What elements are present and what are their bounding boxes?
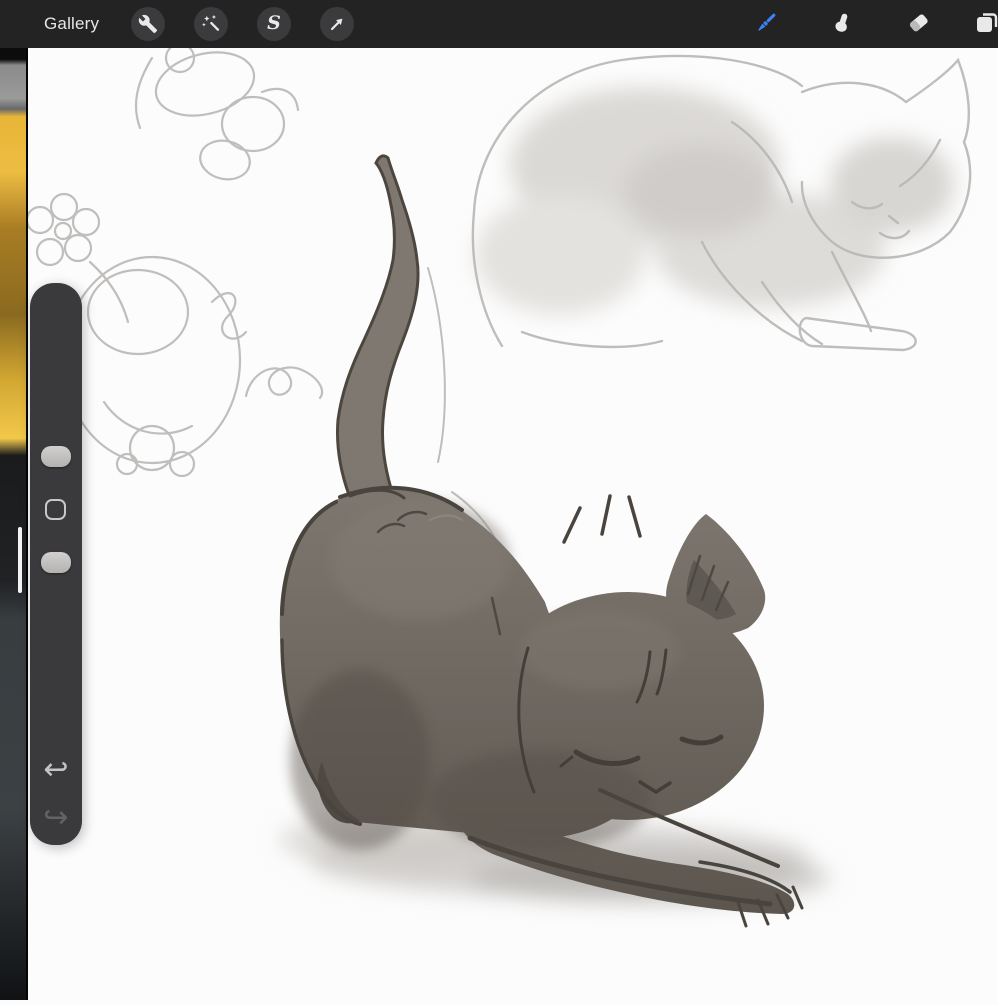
eraser-icon [907, 11, 930, 37]
drawing-canvas[interactable] [25, 42, 998, 1000]
transform-button[interactable] [320, 7, 354, 41]
wrench-icon [138, 14, 158, 34]
layers-button[interactable] [976, 11, 998, 37]
top-toolbar: Gallery S [0, 0, 998, 48]
paint-tool-button[interactable] [753, 11, 779, 37]
split-view-handle[interactable] [18, 527, 22, 593]
magic-wand-icon [201, 14, 221, 34]
opacity-slider-thumb[interactable] [41, 552, 71, 573]
adjustments-button[interactable] [194, 7, 228, 41]
smudge-finger-icon [831, 11, 854, 37]
gallery-button[interactable]: Gallery [44, 0, 99, 48]
redo-button[interactable]: ↪ [30, 803, 82, 833]
modify-button[interactable] [45, 499, 66, 520]
undo-button[interactable]: ↩ [30, 755, 82, 785]
actions-button[interactable] [131, 7, 165, 41]
selection-s-icon: S [267, 11, 281, 34]
transform-arrow-icon [327, 14, 347, 34]
split-view-edge[interactable] [0, 48, 28, 1000]
erase-tool-button[interactable] [905, 11, 931, 37]
layers-icon [976, 11, 998, 37]
smudge-tool-button[interactable] [829, 11, 855, 37]
sidebar-tools: ↩ ↪ [30, 283, 82, 845]
paintbrush-icon [754, 10, 779, 38]
brush-size-slider-thumb[interactable] [41, 446, 71, 467]
opacity-slider[interactable] [30, 533, 82, 643]
selection-button[interactable]: S [257, 7, 291, 41]
canvas-artwork[interactable] [25, 42, 998, 1000]
background-sketches [25, 42, 972, 545]
